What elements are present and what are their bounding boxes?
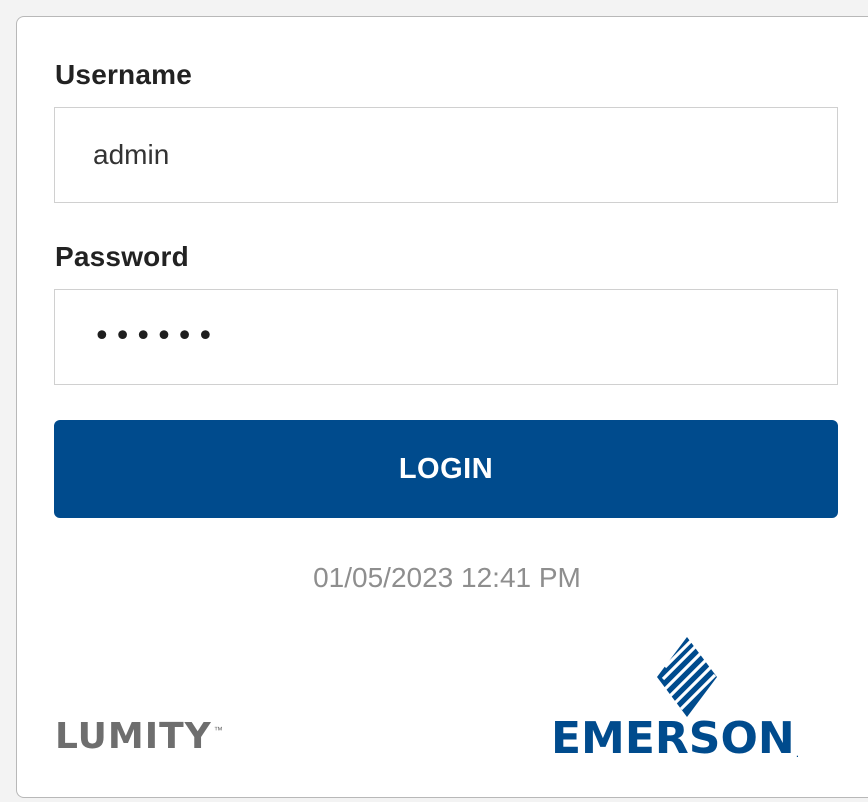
login-card: Username Password •••••• LOGIN 01/05/202… [16,16,868,798]
username-label: Username [55,59,193,90]
password-input[interactable]: •••••• [93,322,217,352]
password-label: Password [55,241,189,272]
lumity-logo-text: LUMITY [55,716,212,757]
datetime-display: 01/05/2023 12:41 PM [313,562,581,593]
emerson-logo: EMERSON . [551,717,799,761]
emerson-mark-icon [657,637,717,717]
password-field-box[interactable]: •••••• [54,289,838,385]
emerson-logo-text: EMERSON [551,713,795,764]
username-input[interactable] [93,139,837,171]
lumity-logo: LUMITY ™ [55,719,223,755]
lumity-trademark: ™ [213,725,223,735]
emerson-logo-dot: . [795,746,800,760]
username-field-box[interactable] [54,107,838,203]
login-button[interactable]: LOGIN [54,420,838,518]
